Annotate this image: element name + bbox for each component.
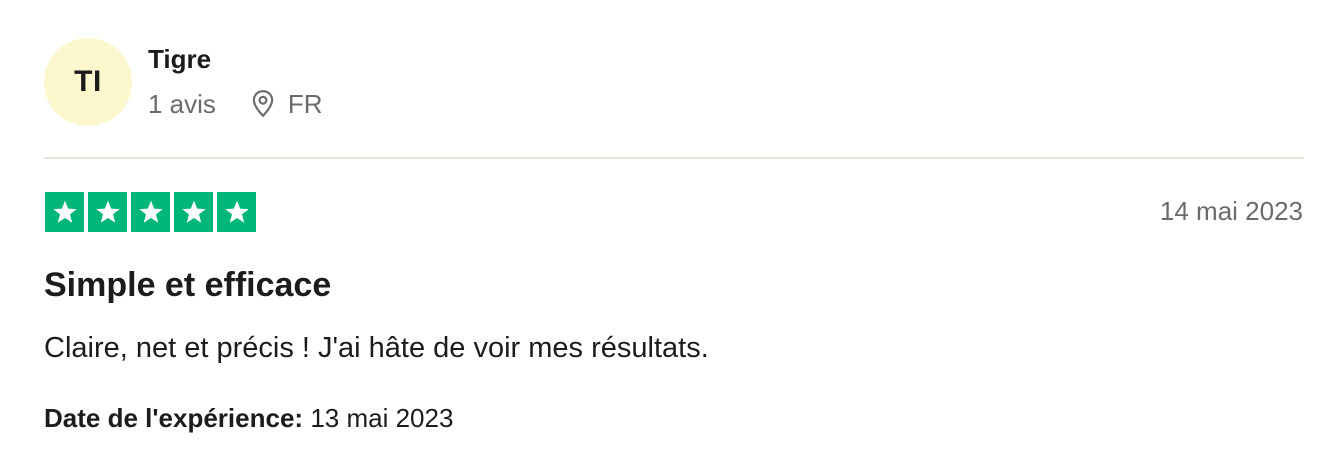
experience-date: Date de l'expérience: 13 mai 2023 [44,403,453,434]
star-rating [45,192,256,232]
star-4 [174,192,213,232]
star-icon [181,200,206,223]
reviewer-meta: 1 avis FR [148,88,323,120]
star-icon [95,200,120,223]
star-3 [131,192,170,232]
reviewer-location: FR [250,89,323,120]
star-5 [217,192,256,232]
divider [44,157,1304,159]
star-icon [224,200,249,223]
avatar[interactable]: TI [44,38,132,126]
experience-date-label: Date de l'expérience: [44,403,304,433]
star-1 [45,192,84,232]
review-date: 14 mai 2023 [1159,196,1303,226]
review-body: Claire, net et précis ! J'ai hâte de voi… [44,332,709,364]
experience-date-value: 13 mai 2023 [310,403,454,433]
review-title[interactable]: Simple et efficace [44,266,331,305]
reviewer-name[interactable]: Tigre [148,44,211,75]
star-2 [88,192,127,232]
star-icon [138,200,163,223]
review-count: 1 avis [148,88,216,119]
star-icon [52,200,77,223]
location-pin-icon [252,90,274,118]
country-code: FR [287,88,323,119]
